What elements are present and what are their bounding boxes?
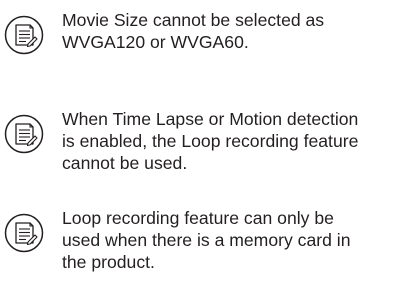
note-icon [4,15,44,55]
note-text: Loop recording feature can only be used … [62,208,351,272]
note-text: Movie Size cannot be selected as WVGA120… [62,10,325,52]
note-icon [4,213,44,253]
note-icon [4,114,44,154]
note-text: When Time Lapse or Motion detection is e… [62,109,359,173]
